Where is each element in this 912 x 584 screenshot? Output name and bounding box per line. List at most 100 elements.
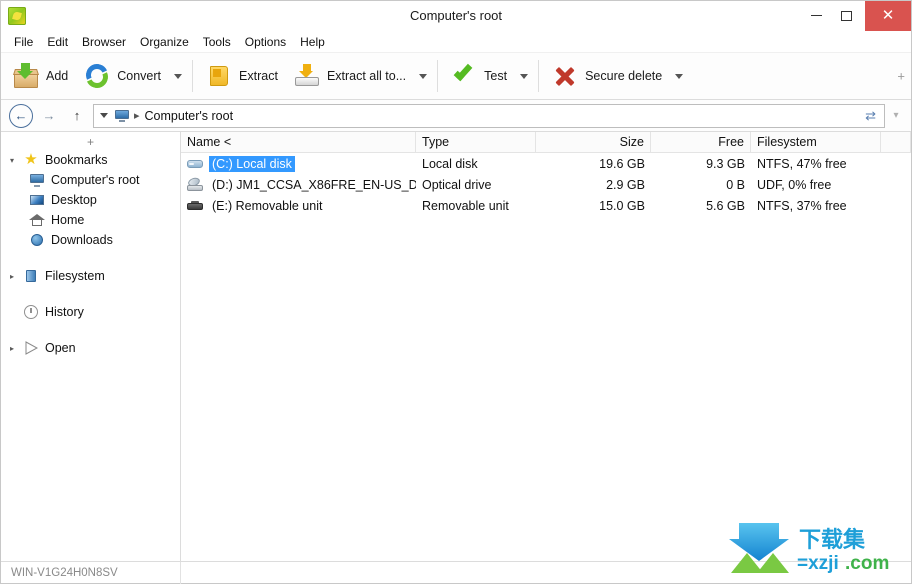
cell-type: Optical drive: [422, 177, 492, 192]
status-machine-name: WIN-V1G24H0N8SV: [1, 561, 181, 584]
sidebar: + ▾ ★ Bookmarks Computer's root Desktop …: [1, 132, 181, 561]
menu-item-browser[interactable]: Browser: [75, 33, 133, 51]
cell-name[interactable]: (C:) Local disk: [181, 153, 416, 174]
column-header-filesystem[interactable]: Filesystem: [751, 132, 881, 152]
breadcrumb-separator: ▸: [134, 110, 140, 122]
sidebar-item-filesystem[interactable]: ▸ Filesystem: [1, 266, 180, 286]
sidebar-item-label: Computer's root: [51, 173, 140, 187]
address-input[interactable]: ▸ Computer's root ⇄: [93, 103, 885, 128]
cell-filesystem: NTFS, 47% free: [757, 156, 847, 171]
status-detail: [181, 562, 201, 584]
status-bar: WIN-V1G24H0N8SV: [1, 561, 911, 584]
table-row[interactable]: (E:) Removable unit Removable unit 15.0 …: [181, 195, 911, 216]
up-icon: ↑: [73, 108, 81, 123]
up-button[interactable]: ↑: [65, 104, 89, 128]
secure-delete-button-label: Secure delete: [585, 69, 663, 83]
column-header-size[interactable]: Size: [536, 132, 651, 152]
downloads-icon: [29, 232, 45, 248]
extract-button[interactable]: Extract: [198, 56, 286, 96]
expander-icon[interactable]: ▾: [7, 156, 17, 165]
test-check-icon: [451, 61, 477, 89]
toolbar: Add Convert Extract Extract all to... Te…: [1, 53, 911, 100]
menu-item-tools[interactable]: Tools: [196, 33, 238, 51]
forward-icon: →: [42, 108, 56, 123]
cell-extra: [881, 195, 911, 216]
chevron-down-icon: [520, 73, 529, 79]
hard-disk-icon: [187, 156, 203, 172]
window-controls: ✕: [801, 0, 911, 31]
convert-button[interactable]: Convert: [76, 56, 169, 96]
column-header-extra[interactable]: [881, 132, 911, 152]
address-history-dropdown[interactable]: ▾: [889, 110, 903, 121]
close-button[interactable]: ✕: [865, 0, 911, 31]
cell-filesystem: NTFS, 37% free: [757, 198, 847, 213]
add-button[interactable]: Add: [5, 56, 76, 96]
test-dropdown-button[interactable]: [515, 56, 533, 96]
address-bar: ← → ↑ ▸ Computer's root ⇄ ▾: [1, 100, 911, 132]
cell-size: 2.9 GB: [606, 177, 645, 192]
close-icon: ✕: [881, 7, 895, 24]
sidebar-item-label: Filesystem: [45, 269, 105, 283]
convert-icon: [83, 60, 112, 92]
refresh-icon[interactable]: ⇄: [865, 108, 878, 124]
sidebar-item-home[interactable]: Home: [1, 210, 180, 230]
back-icon: ←: [14, 108, 28, 123]
cell-name[interactable]: (E:) Removable unit: [181, 195, 416, 216]
add-bookmark-button[interactable]: +: [1, 136, 180, 150]
star-icon: ★: [24, 151, 38, 168]
sidebar-item-computers-root[interactable]: Computer's root: [1, 170, 180, 190]
maximize-button[interactable]: [831, 1, 861, 31]
chevron-down-icon[interactable]: [100, 113, 108, 118]
sidebar-item-open[interactable]: ▸ Open: [1, 338, 180, 358]
minimize-button[interactable]: [801, 1, 831, 31]
extract-all-to-button[interactable]: Extract all to...: [286, 56, 414, 96]
toolbar-group-secure-delete: Secure delete: [544, 53, 688, 99]
toolbar-separator-2: [437, 60, 439, 92]
toolbar-group-extract: Extract Extract all to...: [198, 53, 432, 99]
column-header-type[interactable]: Type: [416, 132, 536, 152]
convert-dropdown-button[interactable]: [169, 56, 187, 96]
extract-all-to-dropdown-button[interactable]: [414, 56, 432, 96]
back-button[interactable]: ←: [9, 103, 33, 128]
expander-icon[interactable]: ▸: [7, 344, 17, 353]
menu-item-options[interactable]: Options: [238, 33, 293, 51]
main-content: + ▾ ★ Bookmarks Computer's root Desktop …: [1, 132, 911, 561]
toolbar-overflow-button[interactable]: +: [897, 69, 905, 84]
sidebar-item-downloads[interactable]: Downloads: [1, 230, 180, 250]
test-button[interactable]: Test: [443, 56, 515, 96]
extract-all-to-icon: [294, 63, 320, 89]
file-name-label: (C:) Local disk: [209, 155, 295, 172]
cell-filesystem: UDF, 0% free: [757, 177, 832, 192]
sidebar-item-label: Open: [45, 341, 76, 355]
expander-icon[interactable]: ▸: [7, 272, 17, 281]
desktop-icon: [29, 192, 45, 208]
toolbar-group-test: Test: [443, 53, 533, 99]
cell-free: 9.3 GB: [706, 156, 745, 171]
toolbar-separator-1: [192, 60, 194, 92]
menu-item-edit[interactable]: Edit: [40, 33, 75, 51]
cell-extra: [881, 174, 911, 195]
sidebar-item-desktop[interactable]: Desktop: [1, 190, 180, 210]
breadcrumb-path: Computer's root: [144, 108, 234, 123]
table-row[interactable]: (C:) Local disk Local disk 19.6 GB 9.3 G…: [181, 153, 911, 174]
column-header-free[interactable]: Free: [651, 132, 751, 152]
menu-item-help[interactable]: Help: [293, 33, 332, 51]
window-title: Computer's root: [409, 8, 503, 23]
sidebar-item-history[interactable]: History: [1, 302, 180, 322]
menu-item-file[interactable]: File: [7, 33, 40, 51]
computer-icon: [115, 109, 129, 122]
toolbar-group-add: Add Convert: [5, 53, 187, 99]
menu-item-organize[interactable]: Organize: [133, 33, 196, 51]
sidebar-item-label: Home: [51, 213, 85, 227]
secure-delete-button[interactable]: Secure delete: [544, 56, 670, 96]
cell-free: 5.6 GB: [706, 198, 745, 213]
sidebar-item-bookmarks[interactable]: ▾ ★ Bookmarks: [1, 150, 180, 170]
forward-button[interactable]: →: [37, 104, 61, 128]
extract-all-to-button-label: Extract all to...: [326, 69, 407, 83]
table-row[interactable]: (D:) JM1_CCSA_X86FRE_EN-US_DV9 Optical d…: [181, 174, 911, 195]
column-header-name[interactable]: Name <: [181, 132, 416, 152]
cell-name[interactable]: (D:) JM1_CCSA_X86FRE_EN-US_DV9: [181, 174, 416, 195]
cell-type: Removable unit: [422, 198, 509, 213]
secure-delete-dropdown-button[interactable]: [670, 56, 688, 96]
open-triangle-icon: [23, 340, 39, 356]
